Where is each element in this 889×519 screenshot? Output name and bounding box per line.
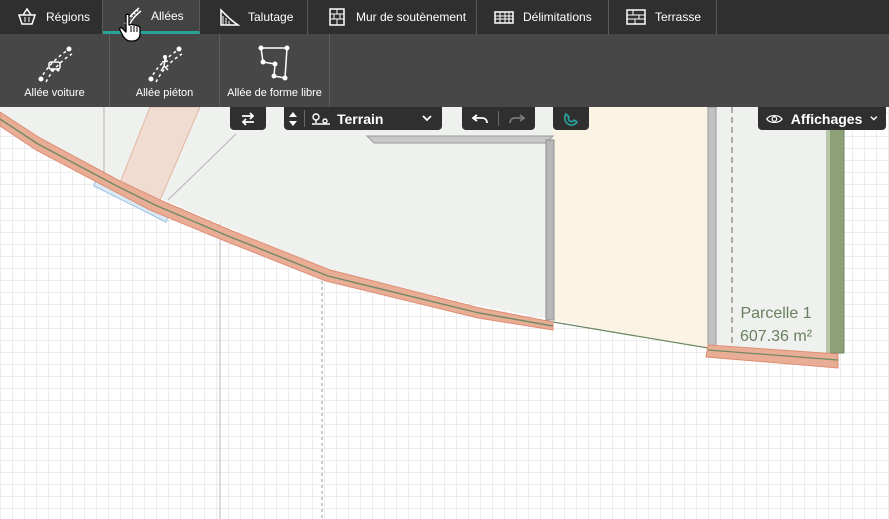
- tab-terrasse[interactable]: Terrasse: [609, 0, 717, 34]
- redo-icon: [509, 113, 525, 123]
- chevron-down-icon: [870, 116, 878, 121]
- tab-bar-spacer: [717, 0, 889, 34]
- pedestrian-path-icon: [144, 42, 186, 84]
- tool-allee-voiture-label: Allée voiture: [24, 87, 85, 99]
- tab-allees[interactable]: Allées: [103, 0, 200, 34]
- tool-allee-pieton[interactable]: Allée piéton: [110, 34, 220, 107]
- fence-icon: [493, 6, 515, 28]
- freeform-path-icon: [254, 42, 296, 84]
- tool-allee-pieton-label: Allée piéton: [135, 87, 194, 99]
- parcel-boundary[interactable]: [707, 106, 717, 348]
- undo-icon: [472, 113, 488, 123]
- tab-allees-label: Allées: [151, 8, 184, 23]
- tab-mur[interactable]: Mur de soutènement: [308, 0, 477, 34]
- terrain-icon: [312, 112, 330, 125]
- hand-cursor-icon: [119, 13, 141, 42]
- undo-button[interactable]: [462, 107, 498, 130]
- parcel-area: 607.36 m²: [740, 328, 813, 345]
- parcel-name: Parcelle 1: [740, 305, 812, 322]
- magnet-icon: [563, 112, 579, 126]
- parcel-label: Parcelle 1 607.36 m²: [740, 302, 812, 348]
- tab-talutage-label: Talutage: [248, 10, 294, 24]
- view-options-label: Affichages: [790, 110, 863, 127]
- tab-delimitations[interactable]: Délimitations: [477, 0, 609, 34]
- building-area[interactable]: [553, 107, 708, 348]
- undo-redo-group: [462, 107, 535, 130]
- slope-icon: [218, 6, 240, 28]
- select-separator: [304, 110, 305, 127]
- swap-arrows-icon: [241, 111, 255, 126]
- magnet-button[interactable]: [553, 107, 589, 130]
- retaining-wall-side[interactable]: [545, 139, 555, 321]
- tab-regions-label: Régions: [46, 10, 91, 24]
- tab-regions[interactable]: Régions: [0, 0, 103, 34]
- sort-icon: [289, 111, 297, 126]
- redo-button[interactable]: [499, 107, 535, 130]
- eye-icon: [766, 114, 783, 123]
- wall-icon: [326, 6, 348, 28]
- sub-toolbar: Allée voiture Allée piéton Allée de form…: [0, 34, 889, 107]
- car-path-icon: [34, 42, 76, 84]
- retaining-wall-top[interactable]: [365, 135, 555, 144]
- view-options-button[interactable]: Affichages: [758, 107, 886, 130]
- swap-button[interactable]: [230, 107, 266, 130]
- tool-allee-forme-libre-label: Allée de forme libre: [227, 87, 322, 99]
- deck-icon: [625, 6, 647, 28]
- tab-delimitations-label: Délimitations: [523, 10, 592, 24]
- layer-select-value: Terrain: [337, 110, 384, 127]
- tab-talutage[interactable]: Talutage: [200, 0, 308, 34]
- tab-mur-label: Mur de soutènement: [356, 10, 467, 24]
- tab-terrasse-label: Terrasse: [655, 10, 702, 24]
- tool-allee-voiture[interactable]: Allée voiture: [0, 34, 110, 107]
- hedge-edge: [826, 126, 830, 353]
- hedge[interactable]: [827, 125, 845, 354]
- layer-select[interactable]: Terrain: [284, 107, 442, 130]
- tool-allee-forme-libre[interactable]: Allée de forme libre: [220, 34, 330, 107]
- chevron-down-icon: [422, 115, 432, 122]
- basket-icon: [16, 6, 38, 28]
